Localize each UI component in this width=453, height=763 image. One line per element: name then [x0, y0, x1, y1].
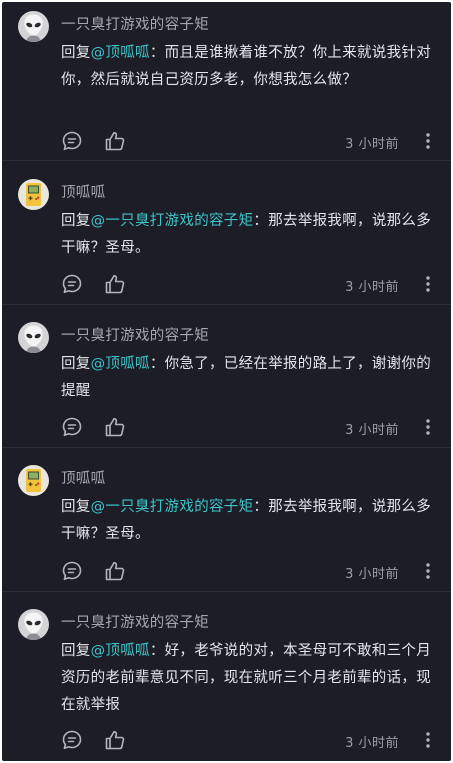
like-icon[interactable]	[103, 559, 127, 583]
comment-username[interactable]: 一只臭打游戏的容子矩	[61, 324, 209, 345]
comment-icon[interactable]	[61, 560, 83, 582]
reply-prefix: 回复	[61, 499, 91, 515]
comment-actions: 3 小时前	[2, 556, 451, 586]
comment-thread: 一只臭打游戏的容子矩 回复@顶呱呱：而且是谁揪着谁不放？你上来就说我针对你，然后…	[2, 2, 451, 761]
comment-item: 一只臭打游戏的容子矩 回复@顶呱呱：好，老爷说的对，本圣母可不敢和三个月资历的老…	[2, 600, 451, 761]
reply-prefix: 回复	[61, 643, 91, 659]
mention-link[interactable]: @顶呱呱	[91, 356, 150, 372]
comment-actions: 3 小时前	[2, 126, 451, 156]
more-options-icon[interactable]	[425, 418, 431, 436]
mention-link[interactable]: @顶呱呱	[91, 45, 150, 61]
comment-body: 回复@一只臭打游戏的容子矩：那去举报我啊，说那么多干嘛？圣母。	[61, 208, 433, 262]
comment-body: 回复@顶呱呱：你急了，已经在举报的路上了，谢谢你的提醒	[61, 351, 433, 405]
comment-body: 回复@一只臭打游戏的容子矩：那去举报我啊，说那么多干嘛？圣母。	[61, 494, 433, 548]
comment-actions: 3 小时前	[2, 412, 451, 442]
comment-time: 3 小时前	[345, 423, 399, 438]
mention-link[interactable]: @顶呱呱	[91, 643, 150, 659]
comment-username[interactable]: 顶呱呱	[61, 181, 105, 202]
like-icon[interactable]	[103, 129, 127, 153]
comment-item: 顶呱呱 回复@一只臭打游戏的容子矩：那去举报我啊，说那么多干嘛？圣母。 3 小时…	[2, 456, 451, 592]
more-options-icon[interactable]	[425, 562, 431, 580]
more-options-icon[interactable]	[425, 731, 431, 749]
more-options-icon[interactable]	[425, 132, 431, 150]
comment-actions: 3 小时前	[2, 269, 451, 299]
like-icon[interactable]	[103, 272, 127, 296]
comment-icon[interactable]	[61, 416, 83, 438]
like-icon[interactable]	[103, 728, 127, 752]
comment-time: 3 小时前	[345, 137, 399, 152]
comment-icon[interactable]	[61, 729, 83, 751]
comment-time: 3 小时前	[345, 280, 399, 295]
alien-avatar-icon[interactable]	[18, 609, 49, 640]
comment-body: 回复@顶呱呱：而且是谁揪着谁不放？你上来就说我针对你，然后就说自己资历多老，你想…	[61, 40, 433, 94]
comment-actions: 3 小时前	[2, 725, 451, 755]
comment-time: 3 小时前	[345, 736, 399, 751]
gameboy-avatar-icon[interactable]	[18, 465, 49, 496]
like-icon[interactable]	[103, 415, 127, 439]
mention-link[interactable]: @一只臭打游戏的容子矩	[91, 499, 254, 515]
mention-link[interactable]: @一只臭打游戏的容子矩	[91, 213, 254, 229]
more-options-icon[interactable]	[425, 275, 431, 293]
comment-item: 一只臭打游戏的容子矩 回复@顶呱呱：而且是谁揪着谁不放？你上来就说我针对你，然后…	[2, 2, 451, 161]
comment-item: 顶呱呱 回复@一只臭打游戏的容子矩：那去举报我啊，说那么多干嘛？圣母。 3 小时…	[2, 170, 451, 305]
alien-avatar-icon[interactable]	[18, 11, 49, 42]
comment-item: 一只臭打游戏的容子矩 回复@顶呱呱：你急了，已经在举报的路上了，谢谢你的提醒 3…	[2, 313, 451, 448]
reply-prefix: 回复	[61, 356, 91, 372]
comment-time: 3 小时前	[345, 567, 399, 582]
gameboy-avatar-icon[interactable]	[18, 179, 49, 210]
alien-avatar-icon[interactable]	[18, 322, 49, 353]
comment-icon[interactable]	[61, 130, 83, 152]
comment-username[interactable]: 一只臭打游戏的容子矩	[61, 611, 209, 632]
comment-username[interactable]: 顶呱呱	[61, 467, 105, 488]
comment-icon[interactable]	[61, 273, 83, 295]
reply-prefix: 回复	[61, 45, 91, 61]
comment-body: 回复@顶呱呱：好，老爷说的对，本圣母可不敢和三个月资历的老前辈意见不同，现在就听…	[61, 638, 433, 719]
comment-username[interactable]: 一只臭打游戏的容子矩	[61, 13, 209, 34]
reply-prefix: 回复	[61, 213, 91, 229]
